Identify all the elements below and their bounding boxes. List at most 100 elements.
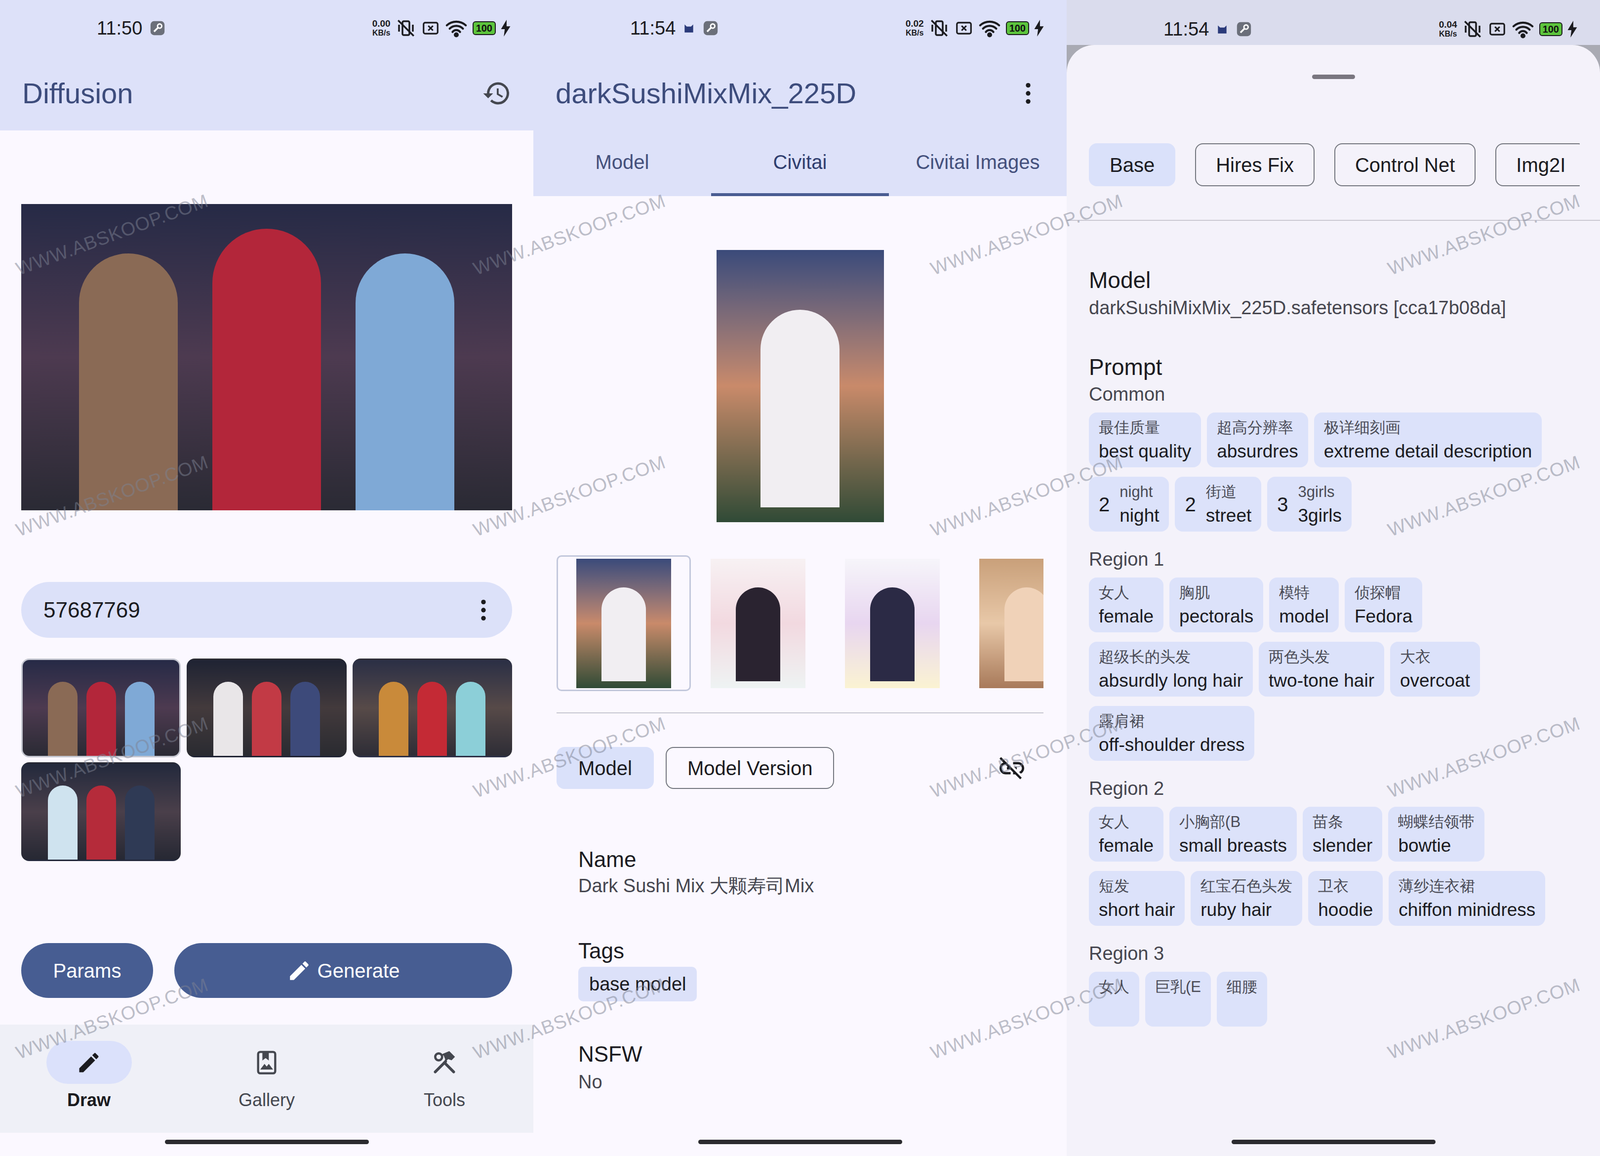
info-tab-row: Model Model Version [533,746,1067,789]
action-row: Params Generate [21,942,513,998]
prompt-tag[interactable]: 苗条slender [1302,806,1383,862]
result-thumbnail[interactable] [186,658,347,758]
params-tab[interactable]: Control Net [1334,143,1476,187]
divider [556,712,1044,714]
prompt-tag[interactable]: 短发short hair [1088,870,1185,926]
no-sim-icon [421,18,440,38]
prompt-tag[interactable]: 女人female [1088,806,1164,862]
filter-chip[interactable]: Model Version [665,746,835,789]
tag-text: 细腰 [1226,971,1258,1027]
app-title: Diffusion [22,76,134,111]
tag-list: 最佳质量best quality超高分辨率absurdres极详细刻画extre… [1088,412,1579,532]
kebab-icon[interactable] [1014,79,1042,108]
nav-item[interactable]: Gallery [177,1024,356,1133]
tag-text-en: model [1279,605,1329,628]
generate-label: Generate [317,958,400,983]
prompt-tag[interactable]: 侦探帽Fedora [1344,577,1423,633]
section-title: Region 1 [1088,547,1579,571]
image-thumbnail[interactable] [556,555,691,691]
watermark: WWW.ABSKOOP.COM [470,973,669,1064]
prompt-tag[interactable]: 超级长的头发absurdly long hair [1088,641,1253,697]
prompt-tag[interactable]: 33girls3girls [1267,476,1352,532]
image-thumbnail[interactable] [959,555,1044,691]
app-header: 11:50 0.00KB/s100 Diffusion [0,0,534,131]
tag-text: 露肩裙off-shoulder dress [1098,706,1245,761]
params-tab[interactable]: Img2I [1495,143,1580,187]
tag-list: 女人female胸肌pectorals模特model侦探帽Fedora 超级长的头… [1088,577,1579,761]
prompt-tag[interactable]: 卫衣hoodie [1308,870,1383,926]
prompt-tag[interactable]: 女人female [1088,577,1164,633]
tag-translation: 两色头发 [1268,646,1375,667]
params-button[interactable]: Params [21,942,154,998]
prompt-tag[interactable]: 大衣overcoat [1390,641,1480,697]
prompt-tag[interactable]: 巨乳(E [1145,971,1211,1027]
tag-text: 薄纱连衣裙chiffon minidress [1398,871,1536,926]
filter-chip[interactable]: Model [556,746,654,789]
status-right: 0.00KB/s100 [372,17,511,39]
tag-text: 街道street [1205,477,1252,532]
cat-icon [682,21,696,35]
result-thumbnail[interactable] [21,761,181,861]
tab-bar: ModelCivitai Civitai Images [533,130,1067,197]
tab-label: Civitai Images [915,150,1040,174]
generated-image[interactable] [21,203,513,511]
field-label: NSFW [578,1040,1022,1068]
battery-level: 100 [1005,21,1030,36]
no-sim-icon [1487,19,1507,39]
preview-image[interactable] [716,249,884,522]
prompt-tag[interactable]: 极详细刻画extreme detail description [1314,412,1543,468]
tag-chip[interactable]: base model [578,966,697,1001]
tag-text: 蝴蝶结领带bowtie [1398,806,1475,862]
seed-field[interactable]: 57687769 [21,581,513,638]
tag-list: base model [578,966,1022,1001]
prompt-tag[interactable]: 超高分辨率absurdres [1206,412,1309,468]
result-thumbnail[interactable] [21,658,181,758]
tag-translation: 巨乳(E [1155,976,1201,997]
prompt-tag[interactable]: 最佳质量best quality [1088,412,1201,468]
tab[interactable]: Civitai Images [888,130,1067,197]
no-sim-icon [954,18,974,38]
tag-translation: 胸肌 [1179,582,1254,603]
status-left: 11:50 [96,17,166,40]
params-tab[interactable]: Base [1088,143,1176,187]
tag-text-en: street [1205,504,1252,527]
gesture-bar[interactable] [1231,1139,1436,1144]
gesture-bar[interactable] [698,1139,903,1144]
vibrate-off-icon [395,17,417,39]
image-thumbnail[interactable] [825,555,960,691]
prompt-tag[interactable]: 胸肌pectorals [1169,577,1264,633]
gesture-bar[interactable] [164,1139,369,1144]
params-tab[interactable]: Hires Fix [1195,143,1315,187]
drag-handle[interactable] [1312,74,1356,80]
prompt-tag[interactable]: 红宝石色头发ruby hair [1190,870,1303,926]
history-icon[interactable] [481,78,512,109]
net-speed: 0.00KB/s [372,18,391,38]
image-thumbnail[interactable] [690,555,826,691]
seed-value: 57687769 [43,596,141,624]
params-sheet: BaseHires FixControl NetImg2I Model dark… [1066,44,1600,1156]
prompt-tag[interactable]: 两色头发two-tone hair [1258,641,1385,697]
tag-text-en: hoodie [1318,898,1373,921]
prompt-tag[interactable]: 2nightnight [1088,476,1169,532]
tag-text: 极详细刻画extreme detail description [1323,412,1533,468]
field-value: No [578,1070,1022,1093]
prompt-tag[interactable]: 细腰 [1216,971,1268,1027]
prompt-tag[interactable]: 模特model [1269,577,1339,633]
prompt-tag[interactable]: 露肩裙off-shoulder dress [1088,705,1255,761]
more-icon[interactable] [469,596,498,624]
tab[interactable]: Model [533,130,712,197]
generate-button[interactable]: Generate [174,942,513,998]
prompt-tag[interactable]: 女人 [1088,971,1140,1027]
prompt-tag[interactable]: 薄纱连衣裙chiffon minidress [1388,870,1546,926]
nav-item[interactable]: Tools [355,1024,534,1133]
result-thumbnail[interactable] [352,658,513,758]
tab[interactable]: Civitai [711,130,889,197]
app-bar: darkSushiMixMix_225D [533,56,1067,131]
link-off-icon[interactable] [997,753,1027,783]
nav-item[interactable]: Draw [0,1024,178,1133]
prompt-tag[interactable]: 蝴蝶结领带bowtie [1388,806,1485,862]
prompt-tag[interactable]: 2街道street [1174,476,1262,532]
tag-text: 超级长的头发absurdly long hair [1098,641,1243,697]
tag-text: 巨乳(E [1155,971,1201,1027]
prompt-tag[interactable]: 小胸部(Bsmall breasts [1169,806,1297,862]
